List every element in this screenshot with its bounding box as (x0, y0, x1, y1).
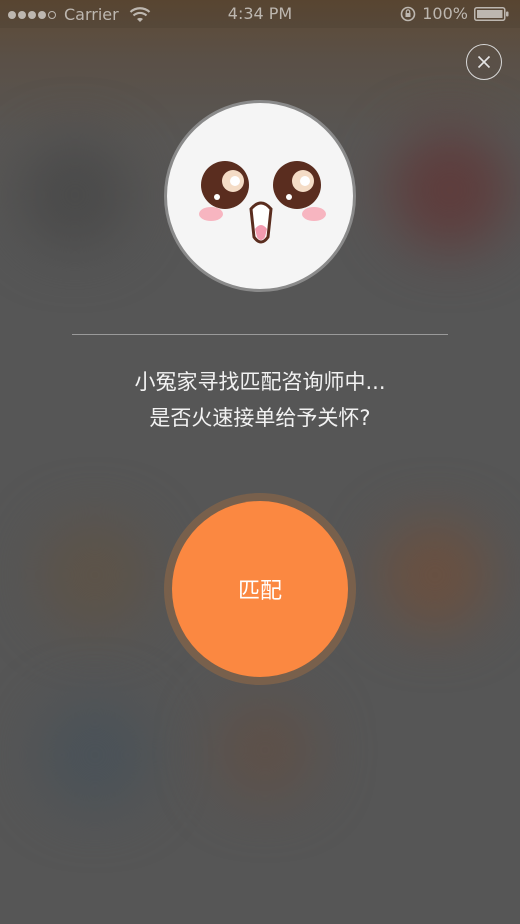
battery-icon (474, 6, 509, 21)
close-button[interactable] (466, 44, 502, 80)
match-button-label: 匹配 (237, 579, 282, 604)
status-right: 100% (400, 4, 510, 23)
rotation-lock-icon (400, 6, 416, 21)
background-blob (380, 520, 490, 630)
background-blob (390, 130, 510, 250)
match-button[interactable]: 匹配 (172, 501, 348, 677)
message-line-2: 是否火速接单给予关怀? (149, 406, 371, 430)
status-bar: Carrier 4:34 PM 100% (0, 0, 520, 28)
match-message: 小冤家寻找匹配咨询师中... 是否火速接单给予关怀? (40, 364, 480, 436)
screen: Carrier 4:34 PM 100% 小冤家寻找匹配咨询师中... 是否火速… (0, 0, 520, 924)
message-line-1: 小冤家寻找匹配咨询师中... (134, 370, 386, 394)
battery-percent: 100% (422, 4, 468, 23)
background-blob (40, 520, 150, 630)
bunny-face-icon (199, 161, 326, 244)
background-blob (215, 700, 315, 800)
close-icon (477, 55, 491, 69)
background-blob (40, 700, 150, 810)
background-blob (20, 140, 130, 250)
avatar (164, 100, 356, 292)
divider (72, 334, 448, 335)
